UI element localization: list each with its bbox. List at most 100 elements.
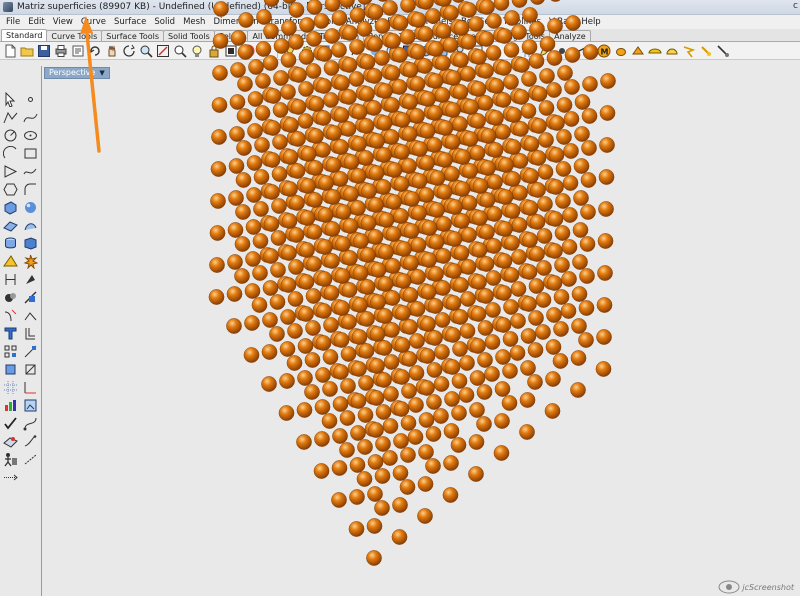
surface-box-icon[interactable] — [0, 198, 20, 216]
surface-sphere-icon[interactable] — [20, 198, 40, 216]
new-file-icon[interactable] — [2, 43, 18, 59]
snap-icon[interactable] — [469, 43, 485, 59]
menu-curve[interactable]: Curve — [77, 17, 110, 27]
dimension-icon[interactable] — [0, 270, 20, 288]
menu-view[interactable]: View — [49, 17, 77, 27]
sphere-icon[interactable] — [333, 43, 349, 59]
print-icon[interactable] — [53, 43, 69, 59]
menu-surface[interactable]: Surface — [110, 17, 150, 27]
tab-curve-tools[interactable]: Curve Tools — [46, 30, 103, 41]
explode-icon[interactable] — [20, 252, 40, 270]
check-icon[interactable] — [0, 414, 20, 432]
menu-tsplines[interactable]: T-Splines — [499, 17, 545, 27]
menu-transform[interactable]: Transform — [263, 17, 313, 27]
fillet-icon[interactable] — [20, 180, 40, 198]
arc-icon[interactable] — [486, 43, 502, 59]
tab-analyze[interactable]: Analyze — [549, 30, 591, 41]
gear-icon[interactable] — [299, 43, 315, 59]
box-icon[interactable] — [418, 43, 434, 59]
cage-edit-icon[interactable] — [0, 432, 20, 450]
window-controls[interactable]: c — [793, 1, 798, 11]
scale-icon[interactable] — [20, 342, 40, 360]
surface-patch-icon[interactable] — [20, 216, 40, 234]
circle-icon[interactable] — [0, 126, 20, 144]
figure-icon[interactable] — [0, 450, 20, 468]
rectangle-icon[interactable] — [20, 144, 40, 162]
pencil-icon[interactable] — [537, 43, 553, 59]
render-sphere-icon[interactable] — [257, 43, 273, 59]
cylinder-icon[interactable] — [435, 43, 451, 59]
properties-icon[interactable] — [70, 43, 86, 59]
split-icon[interactable] — [20, 288, 40, 306]
node-icon[interactable] — [554, 43, 570, 59]
sphere-blue-icon[interactable] — [367, 43, 383, 59]
light-bulb-icon[interactable] — [189, 43, 205, 59]
vray-ies-icon[interactable] — [698, 43, 714, 59]
grid-icon[interactable] — [520, 43, 536, 59]
vray-teapot-icon[interactable] — [613, 43, 629, 59]
tab-edge-tools[interactable]: Edge Tools — [497, 30, 551, 41]
solid-edit-icon[interactable] — [20, 234, 40, 252]
perspective-viewport[interactable] — [41, 66, 800, 596]
wireframe-sphere-icon[interactable] — [384, 43, 400, 59]
polyline-icon[interactable] — [0, 108, 20, 126]
blend-icon[interactable] — [0, 288, 20, 306]
lamp-icon[interactable] — [452, 43, 468, 59]
vray-sun-icon[interactable] — [681, 43, 697, 59]
tab-surface-analysis[interactable]: Surface Analysis — [422, 30, 499, 41]
pan-hand-icon[interactable] — [104, 43, 120, 59]
measure-icon[interactable] — [571, 43, 587, 59]
move-icon[interactable] — [0, 360, 20, 378]
menu-tools[interactable]: Tools — [313, 17, 342, 27]
surface-plane-icon[interactable] — [0, 216, 20, 234]
menu-dimension[interactable]: Dimension — [209, 17, 262, 27]
hexagon-icon[interactable] — [0, 180, 20, 198]
curve-cv-icon[interactable] — [20, 108, 40, 126]
mesh-tool-icon[interactable] — [0, 252, 20, 270]
undo-icon[interactable] — [87, 43, 103, 59]
viewport-tab-perspective[interactable]: Perspective ▼ — [44, 67, 110, 79]
toolbar-overflow-icon[interactable] — [0, 468, 20, 486]
zoom-selected-icon[interactable] — [172, 43, 188, 59]
menu-file[interactable]: File — [2, 17, 24, 27]
zoom-window-icon[interactable] — [138, 43, 154, 59]
open-folder-icon[interactable] — [19, 43, 35, 59]
free-curve-icon[interactable] — [20, 162, 40, 180]
menu-render[interactable]: Render — [383, 17, 421, 27]
vray-m-icon[interactable]: M — [596, 43, 612, 59]
color-wheel-icon[interactable] — [240, 43, 256, 59]
text-tool-icon[interactable] — [20, 270, 40, 288]
tab-surface-tools[interactable]: Surface Tools — [101, 30, 164, 41]
tab-transform[interactable]: Transform — [314, 30, 364, 41]
save-icon[interactable] — [36, 43, 52, 59]
ellipse-icon[interactable] — [20, 126, 40, 144]
tab-select[interactable]: Select — [213, 30, 249, 41]
layer-icon[interactable] — [223, 43, 239, 59]
menu-help[interactable]: Help — [577, 17, 604, 27]
array-icon[interactable] — [0, 342, 20, 360]
menu-mesh[interactable]: Mesh — [179, 17, 209, 27]
monitor-icon[interactable] — [401, 43, 417, 59]
vray-light-icon[interactable] — [647, 43, 663, 59]
lock-icon[interactable] — [206, 43, 222, 59]
cylinder-solid-icon[interactable] — [0, 234, 20, 252]
mesh-icon[interactable] — [316, 43, 332, 59]
rotate-icon[interactable] — [20, 360, 40, 378]
menu-vray[interactable]: V-Ray — [545, 17, 577, 27]
polygon-icon[interactable] — [0, 162, 20, 180]
connect-icon[interactable] — [20, 450, 40, 468]
point-icon[interactable] — [20, 90, 40, 108]
menu-panels[interactable]: Panels — [422, 17, 457, 27]
render-preview-icon[interactable] — [20, 396, 40, 414]
tab-render-tools[interactable]: Render Tools — [362, 30, 424, 41]
arc-tool-icon[interactable] — [0, 144, 20, 162]
menu-solid[interactable]: Solid — [150, 17, 179, 27]
grid-snap-icon[interactable] — [0, 378, 20, 396]
rotate-view-icon[interactable] — [121, 43, 137, 59]
counter-icon[interactable]: 2 — [503, 43, 519, 59]
vray-render-icon[interactable] — [630, 43, 646, 59]
point-cloud-icon[interactable] — [282, 43, 298, 59]
analyze-icon[interactable] — [0, 396, 20, 414]
tab-standard[interactable]: Standard — [1, 29, 48, 41]
select-arrow-icon[interactable] — [0, 90, 20, 108]
